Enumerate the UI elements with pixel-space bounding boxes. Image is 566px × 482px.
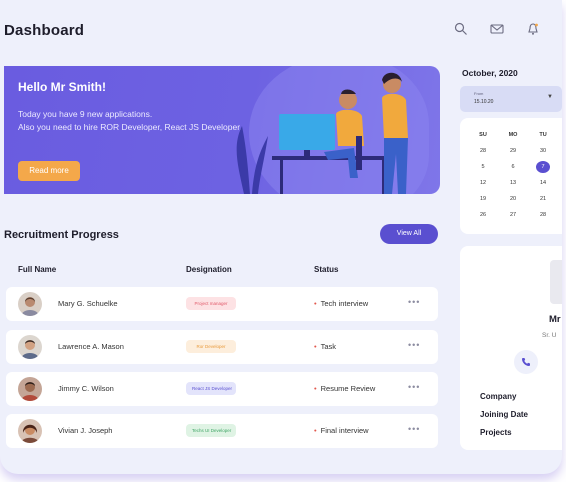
table-row[interactable]: Vivian J. Joseph Techs UI Developer • Fin… xyxy=(6,414,438,448)
status-text: • Tech interview xyxy=(314,299,368,308)
chevron-down-icon[interactable]: ▼ xyxy=(547,94,553,100)
table-row[interactable]: Lawrence A. Mason Ror Developer • Task ••… xyxy=(6,330,438,364)
table-row[interactable]: Jimmy C. Wilson React JS Developer • Resu… xyxy=(6,372,438,406)
calendar-day[interactable]: 12 xyxy=(476,177,490,189)
status-dot: • xyxy=(314,426,317,435)
weekday-tu: TU xyxy=(539,132,547,138)
mail-icon[interactable] xyxy=(490,22,504,36)
calendar-day[interactable]: 28 xyxy=(476,145,490,157)
avatar xyxy=(18,419,42,443)
banner-message: Today you have 9 new applications. Also … xyxy=(18,108,248,134)
calendar-day[interactable]: 30 xyxy=(536,145,550,157)
status-text: • Final interview xyxy=(314,426,369,435)
more-options-icon[interactable]: ••• xyxy=(408,382,420,392)
calendar-day[interactable]: 21 xyxy=(536,193,550,205)
status-label: Resume Review xyxy=(320,384,376,393)
candidate-name: Vivian J. Joseph xyxy=(58,426,113,435)
notification-icon[interactable] xyxy=(526,22,540,36)
designation-badge: Techs UI Developer xyxy=(186,424,236,437)
candidate-name: Jimmy C. Wilson xyxy=(58,384,114,393)
designation-badge: React JS Developer xyxy=(186,382,236,395)
calendar-day[interactable]: 13 xyxy=(506,177,520,189)
designation-badge: Project manager xyxy=(186,297,236,310)
candidate-name: Lawrence A. Mason xyxy=(58,342,124,351)
profile-name: Mr xyxy=(549,314,561,325)
calendar-grid: SU MO TU 28 29 30 5 6 7 12 13 14 19 20 2… xyxy=(476,129,562,221)
status-label: Task xyxy=(320,342,337,351)
banner-greeting: Hello Mr Smith! xyxy=(18,80,107,94)
avatar xyxy=(18,292,42,316)
office-illustration xyxy=(236,72,408,194)
column-header-designation: Designation xyxy=(186,265,232,274)
table-row[interactable]: Mary G. Schuelke Project manager • Tech i… xyxy=(6,287,438,321)
calendar-day[interactable]: 29 xyxy=(506,145,520,157)
calendar-day[interactable]: 19 xyxy=(476,193,490,205)
column-header-status: Status xyxy=(314,265,339,274)
calendar-day[interactable]: 26 xyxy=(476,209,490,221)
profile-field-company: Company xyxy=(480,392,517,401)
read-more-button[interactable]: Read more xyxy=(18,161,80,181)
profile-role: Sr. U xyxy=(542,332,557,339)
avatar xyxy=(18,335,42,359)
status-label: Final interview xyxy=(320,426,369,435)
date-field-value: 15.10.20 xyxy=(474,99,494,105)
calendar-day[interactable]: 27 xyxy=(506,209,520,221)
view-all-button[interactable]: View All xyxy=(380,224,438,244)
status-dot: • xyxy=(314,299,317,308)
more-options-icon[interactable]: ••• xyxy=(408,340,420,350)
profile-field-joining-date: Joining Date xyxy=(480,410,529,419)
calendar-day-selected[interactable]: 7 xyxy=(536,161,550,173)
page-title: Dashboard xyxy=(4,22,85,39)
profile-field-projects: Projects xyxy=(480,428,512,437)
header-icons xyxy=(454,22,540,36)
date-picker-field[interactable]: From 15.10.20 ▼ xyxy=(460,86,562,112)
date-field-label: From xyxy=(474,91,484,96)
status-dot: • xyxy=(314,342,317,351)
recruitment-progress-title: Recruitment Progress xyxy=(4,229,119,241)
calendar-day[interactable]: 20 xyxy=(506,193,520,205)
calendar: SU MO TU 28 29 30 5 6 7 12 13 14 19 20 2… xyxy=(460,118,562,234)
profile-card: Mr Sr. U Company Joining Date Projects xyxy=(460,246,562,450)
calendar-month: October, 2020 xyxy=(462,68,518,78)
banner-message-line2: Also you need to hire ROR Developer, Rea… xyxy=(18,122,242,132)
status-text: • Resume Review xyxy=(314,384,375,393)
calendar-day[interactable]: 6 xyxy=(506,161,520,173)
calendar-day[interactable]: 28 xyxy=(536,209,550,221)
weekday-mo: MO xyxy=(508,132,518,138)
phone-icon[interactable] xyxy=(514,350,538,374)
status-dot: • xyxy=(314,384,317,393)
profile-photo xyxy=(550,260,562,304)
more-options-icon[interactable]: ••• xyxy=(408,424,420,434)
calendar-day[interactable]: 5 xyxy=(476,161,490,173)
banner-message-line1: Today you have 9 new applications. xyxy=(18,109,153,119)
weekday-su: SU xyxy=(479,132,487,138)
welcome-banner: Hello Mr Smith! Today you have 9 new app… xyxy=(4,66,440,194)
calendar-day[interactable]: 14 xyxy=(536,177,550,189)
search-icon[interactable] xyxy=(454,22,468,36)
column-header-full-name: Full Name xyxy=(18,265,57,274)
dashboard-frame: Dashboard Hello Mr Smith! Today you have… xyxy=(0,0,562,474)
candidate-name: Mary G. Schuelke xyxy=(58,299,118,308)
designation-badge: Ror Developer xyxy=(186,340,236,353)
more-options-icon[interactable]: ••• xyxy=(408,297,420,307)
status-label: Tech interview xyxy=(320,299,369,308)
avatar xyxy=(18,377,42,401)
status-text: • Task xyxy=(314,342,336,351)
